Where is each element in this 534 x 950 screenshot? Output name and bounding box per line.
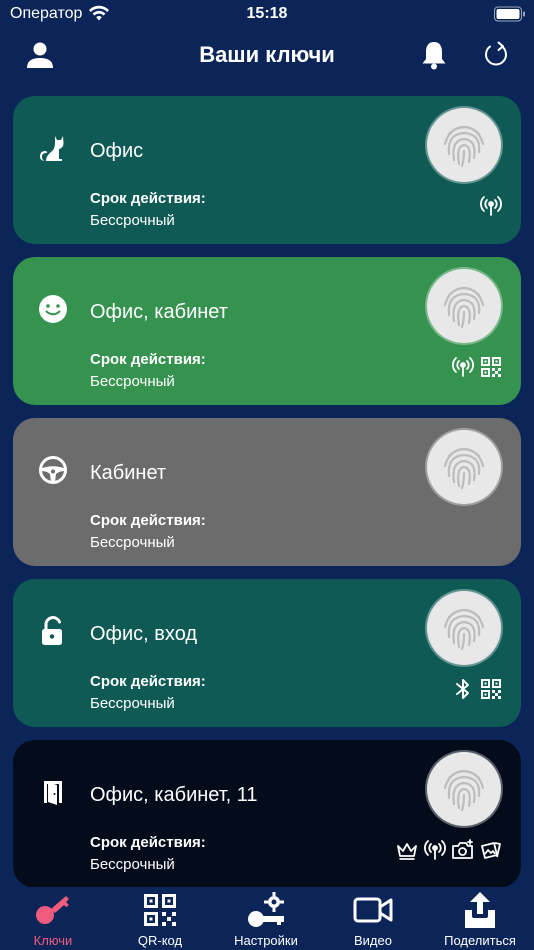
key-gear-icon bbox=[248, 892, 284, 927]
photos-icon bbox=[481, 842, 501, 859]
validity-label: Срок действия: bbox=[90, 190, 206, 207]
key-features bbox=[451, 355, 503, 379]
page-title: Ваши ключи bbox=[199, 42, 335, 67]
tab-qr-code[interactable]: QR-код bbox=[107, 887, 213, 950]
video-camera-icon bbox=[353, 897, 393, 923]
key-card[interactable]: Офис Срок действия: Бессрочный bbox=[13, 96, 521, 244]
validity-value: Бессрочный bbox=[90, 695, 175, 712]
key-card[interactable]: Офис, кабинет, 11 Срок действия: Бессроч… bbox=[13, 740, 521, 888]
key-name: Офис, вход bbox=[90, 623, 198, 645]
validity-value: Бессрочный bbox=[90, 373, 175, 390]
tab-share[interactable]: Поделиться bbox=[427, 887, 533, 950]
tab-label: Поделиться bbox=[444, 933, 516, 948]
tab-label: Видео bbox=[354, 933, 392, 948]
key-name: Офис, кабинет bbox=[90, 301, 228, 323]
key-icon bbox=[36, 896, 69, 924]
camera-icon bbox=[452, 839, 473, 859]
key-card[interactable]: Офис, кабинет Срок действия: Бессрочный bbox=[13, 257, 521, 405]
crown-icon bbox=[397, 843, 417, 860]
tab-label: Настройки bbox=[234, 933, 298, 948]
status-bar: Оператор 15:18 bbox=[0, 0, 534, 30]
fingerprint-icon bbox=[443, 447, 485, 490]
key-features bbox=[395, 838, 503, 862]
validity-label: Срок действия: bbox=[90, 834, 206, 851]
tab-label: Ключи bbox=[33, 933, 73, 948]
validity-value: Бессрочный bbox=[90, 856, 175, 873]
key-features bbox=[451, 677, 503, 701]
key-name: Офис, кабинет, 11 bbox=[90, 784, 258, 806]
bell-icon[interactable] bbox=[418, 39, 450, 71]
fingerprint-button[interactable] bbox=[427, 108, 501, 182]
door-icon bbox=[44, 781, 62, 805]
tab-label: QR-код bbox=[137, 933, 183, 948]
tab-video[interactable]: Видео bbox=[320, 887, 426, 950]
validity-label: Срок действия: bbox=[90, 351, 206, 368]
qr-icon bbox=[481, 357, 501, 377]
status-time: 15:18 bbox=[246, 5, 288, 22]
battery-icon bbox=[494, 6, 525, 22]
key-features bbox=[479, 194, 503, 218]
key-name: Офис bbox=[90, 140, 144, 162]
radio-icon bbox=[452, 357, 474, 377]
key-card[interactable]: Кабинет Срок действия: Бессрочный bbox=[13, 418, 521, 566]
header: Ваши ключи bbox=[0, 30, 534, 80]
fingerprint-button[interactable] bbox=[427, 752, 501, 826]
refresh-icon[interactable] bbox=[480, 39, 512, 71]
tab-keys[interactable]: Ключи bbox=[0, 887, 106, 950]
tab-settings[interactable]: Настройки bbox=[213, 887, 319, 950]
fingerprint-icon bbox=[443, 125, 485, 168]
qr-icon bbox=[481, 679, 501, 699]
fingerprint-button[interactable] bbox=[427, 591, 501, 665]
fingerprint-button[interactable] bbox=[427, 269, 501, 343]
cat-icon bbox=[40, 136, 64, 161]
smile-icon bbox=[39, 295, 67, 323]
radio-icon bbox=[480, 196, 502, 216]
validity-value: Бессрочный bbox=[90, 212, 175, 229]
tab-bar: Ключи QR-код Настройки Видео Поделиться bbox=[0, 887, 534, 950]
key-card[interactable]: Офис, вход Срок действия: Бессрочный bbox=[13, 579, 521, 727]
validity-label: Срок действия: bbox=[90, 673, 206, 690]
radio-icon bbox=[424, 840, 446, 860]
steering-wheel-icon bbox=[39, 456, 67, 484]
keys-list: Офис Срок действия: Бессрочный Офис, каб… bbox=[13, 96, 521, 901]
fingerprint-icon bbox=[443, 286, 485, 329]
fingerprint-button[interactable] bbox=[427, 430, 501, 504]
padlock-open-icon bbox=[42, 616, 62, 645]
fingerprint-icon bbox=[443, 769, 485, 812]
bluetooth-icon bbox=[456, 679, 469, 699]
validity-label: Срок действия: bbox=[90, 512, 206, 529]
key-name: Кабинет bbox=[90, 462, 167, 484]
fingerprint-icon bbox=[443, 608, 485, 651]
share-icon bbox=[465, 892, 495, 928]
validity-value: Бессрочный bbox=[90, 534, 175, 551]
qr-icon bbox=[144, 894, 176, 926]
